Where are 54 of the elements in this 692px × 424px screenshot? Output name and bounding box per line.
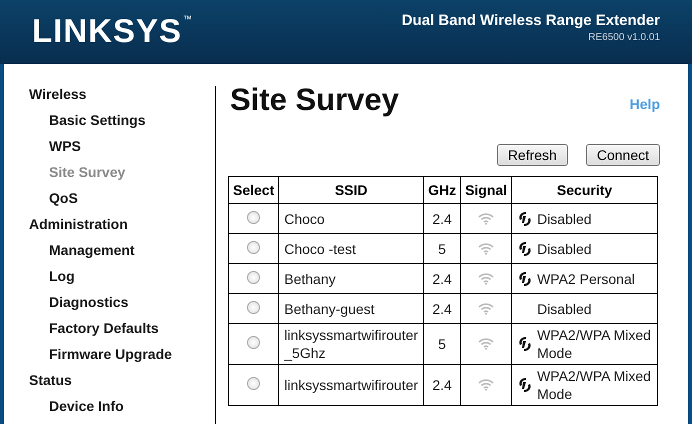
sidebar-item[interactable]: Firmware Upgrade [29, 346, 215, 372]
ghz-cell: 5 [424, 234, 461, 264]
security-text: Disabled [537, 300, 592, 318]
refresh-button[interactable]: Refresh [496, 144, 568, 166]
sidebar-item[interactable]: Log [29, 268, 215, 294]
sidebar-section: Wireless [29, 86, 215, 112]
ghz-cell: 2.4 [424, 294, 461, 324]
connect-button[interactable]: Connect [586, 144, 660, 166]
page-title: Site Survey [230, 82, 399, 118]
column-header: Security [512, 176, 658, 204]
wifi-signal-icon [478, 212, 494, 224]
wifi-signal-icon [478, 302, 494, 314]
select-radio[interactable] [247, 210, 260, 224]
ssid-cell: Bethany [278, 264, 424, 294]
ghz-cell: 5 [424, 324, 461, 364]
sidebar-item[interactable]: Management [29, 242, 215, 268]
trademark: ™ [183, 14, 192, 24]
sidebar-section: Administration [29, 216, 215, 242]
ghz-cell: 2.4 [424, 204, 461, 234]
select-radio[interactable] [247, 300, 260, 314]
security-text: WPA2/WPA Mixed Mode [537, 367, 652, 403]
column-header: GHz [424, 176, 461, 204]
logo: LINKSYS [32, 14, 182, 47]
column-header: Select [228, 176, 279, 204]
ghz-cell: 2.4 [424, 364, 461, 406]
ghz-cell: 2.4 [424, 264, 461, 294]
product-name: Dual Band Wireless Range Extender [402, 12, 660, 29]
security-text: WPA2 Personal [537, 270, 635, 288]
security-text: Disabled [537, 240, 592, 258]
sidebar-item[interactable]: Basic Settings [29, 112, 215, 138]
model-version: RE6500 v1.0.01 [588, 32, 660, 43]
sidebar-item[interactable]: Device Info [29, 398, 215, 424]
ssid-cell: linksyssmartwifirouter [278, 364, 424, 406]
wifi-signal-icon [478, 338, 494, 350]
select-radio[interactable] [247, 336, 260, 349]
wifi-signal-icon [478, 242, 494, 254]
sidebar-section: Status [29, 372, 215, 398]
security-text: Disabled [537, 210, 592, 228]
column-header: SSID [278, 176, 424, 204]
sidebar-item[interactable]: WPS [29, 138, 215, 164]
sidebar-item[interactable]: QoS [29, 190, 215, 216]
select-radio[interactable] [247, 240, 260, 254]
sidebar-item[interactable]: Diagnostics [29, 294, 215, 320]
ssid-cell: Choco -test [278, 234, 424, 264]
column-header: Signal [460, 176, 512, 204]
wifi-signal-icon [478, 272, 494, 284]
sidebar-item[interactable]: Factory Defaults [29, 320, 215, 346]
ssid-cell: Choco [278, 204, 424, 234]
security-text: WPA2/WPA Mixed Mode [537, 326, 652, 362]
select-radio[interactable] [247, 270, 260, 284]
wifi-signal-icon [478, 379, 494, 391]
select-radio[interactable] [247, 377, 260, 390]
ssid-cell: linksyssmartwifirouter _5Ghz [278, 324, 424, 364]
ssid-cell: Bethany-guest [278, 294, 424, 324]
